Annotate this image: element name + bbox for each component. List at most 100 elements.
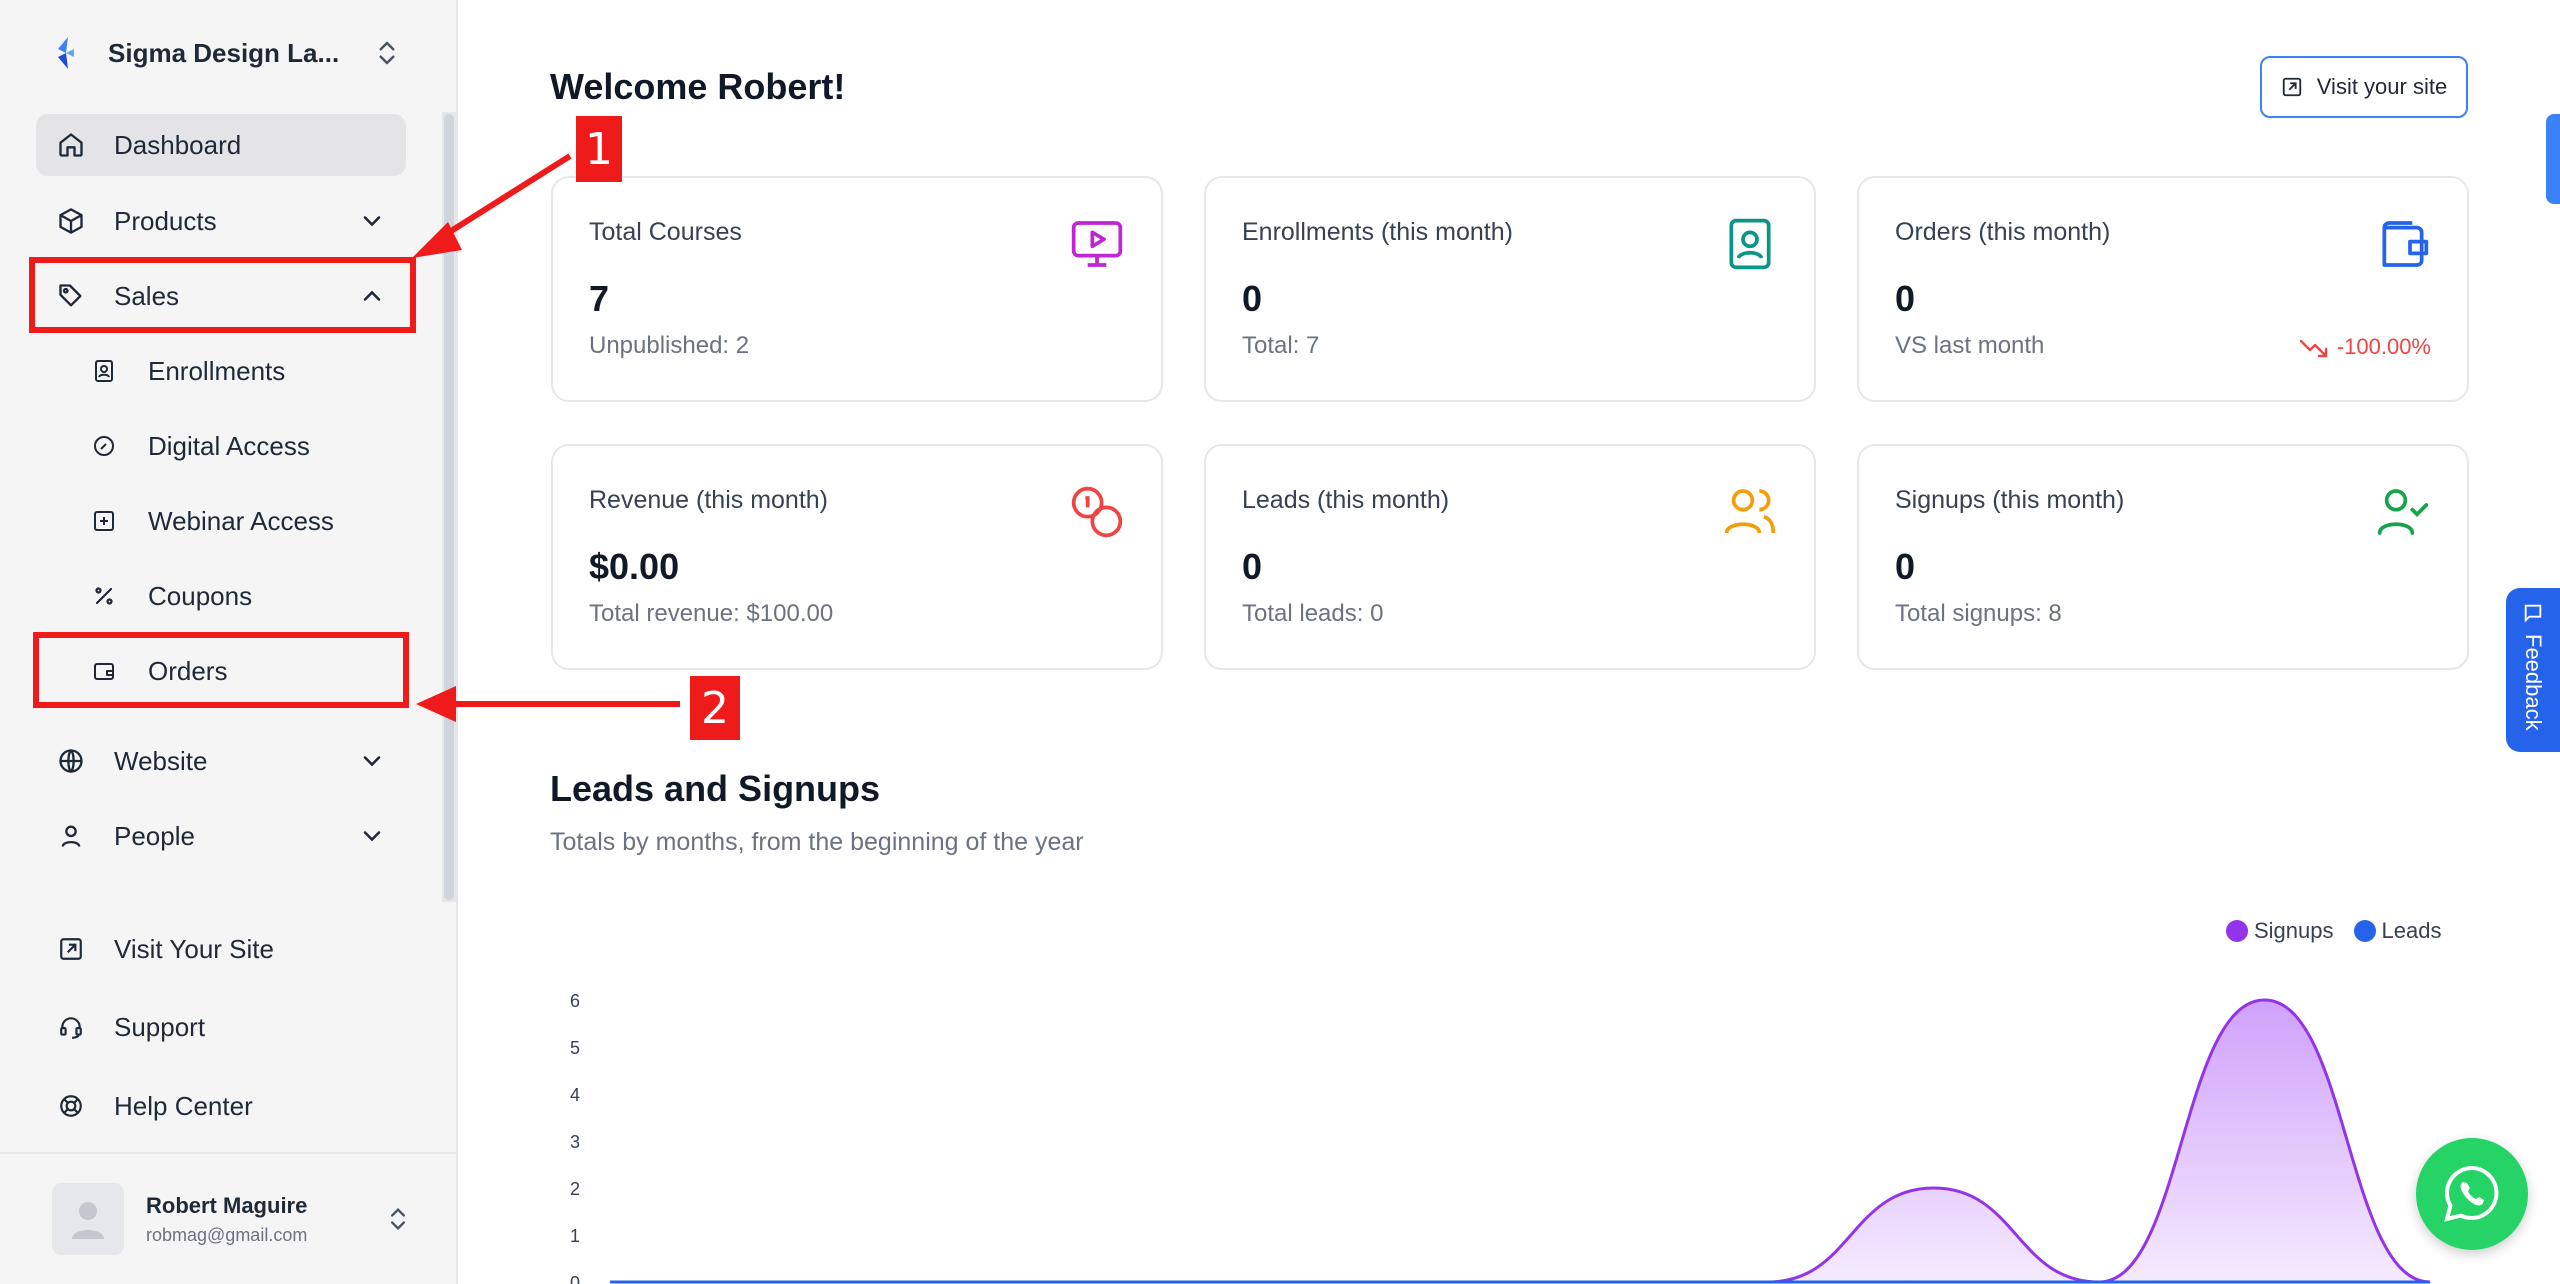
sidebar-item-help-center[interactable]: Help Center: [36, 1075, 406, 1137]
chevron-updown-icon: [391, 1208, 405, 1230]
coins-icon: [1071, 486, 1123, 538]
stat-title: Total Courses: [589, 218, 742, 246]
series-area-signups: [610, 1000, 2430, 1282]
stat-card-revenue: Revenue (this month) $0.00 Total revenue…: [551, 444, 1163, 670]
whatsapp-chat-button[interactable]: [2416, 1138, 2528, 1250]
leads-signups-chart: 0 1 2 3 4 5 6: [570, 991, 2431, 1284]
sidebar-item-label: Products: [114, 205, 217, 236]
lifebuoy-icon: [56, 1091, 86, 1121]
user-email: robmag@gmail.com: [146, 1224, 308, 1245]
contact-book-icon: [1729, 218, 1771, 270]
y-tick-label: 6: [570, 991, 580, 1011]
sidebar-item-label: People: [114, 820, 195, 851]
sidebar-item-dashboard[interactable]: Dashboard: [36, 114, 406, 176]
legend-swatch: [2226, 920, 2248, 942]
sidebar-divider: [0, 1152, 456, 1154]
home-icon: [56, 130, 86, 160]
stat-value: 0: [1242, 278, 1263, 319]
sidebar-item-products[interactable]: Products: [36, 190, 406, 252]
chevron-updown-icon: [379, 41, 395, 65]
sidebar-item-visit-your-site[interactable]: Visit Your Site: [36, 918, 406, 980]
sidebar-item-label: Support: [114, 1011, 206, 1042]
annotation-badge-2: 2: [690, 676, 740, 740]
stat-card-signups: Signups (this month) 0 Total signups: 8: [1857, 444, 2469, 670]
sidebar-subitem-label: Enrollments: [148, 355, 286, 386]
brand-logo-icon: [58, 37, 74, 69]
stat-subtext: Total: 7: [1242, 332, 1320, 359]
workspace-name: Sigma Design La...: [108, 37, 340, 68]
legend-label: Signups: [2254, 918, 2334, 943]
user-name: Robert Maguire: [146, 1192, 308, 1218]
user-check-icon: [2377, 489, 2429, 535]
legend-item-signups[interactable]: Signups: [2226, 918, 2334, 944]
user-icon: [56, 821, 86, 851]
avatar-placeholder-icon: [72, 1202, 104, 1239]
stat-value: $0.00: [589, 546, 680, 587]
chevron-down-icon: [363, 216, 381, 227]
highlight-box-sales: [29, 257, 416, 333]
sidebar-item-people[interactable]: People: [36, 805, 406, 867]
section-subtitle: Totals by months, from the beginning of …: [550, 828, 1084, 856]
legend-label: Leads: [2381, 918, 2442, 943]
feedback-label: Feedback: [2521, 634, 2546, 731]
sidebar-item-support[interactable]: Support: [36, 996, 406, 1058]
stat-subtext: Unpublished: 2: [589, 332, 750, 359]
y-tick-label: 3: [570, 1132, 580, 1152]
sidebar-subitem-coupons[interactable]: Coupons: [72, 565, 406, 627]
percent-icon: [90, 582, 118, 610]
stat-card-leads: Leads (this month) 0 Total leads: 0: [1204, 444, 1816, 670]
sidebar-subitem-label: Digital Access: [148, 430, 310, 461]
stat-subtext: Total signups: 8: [1895, 600, 2062, 627]
stat-title: Enrollments (this month): [1242, 218, 1513, 246]
y-tick-label: 2: [570, 1179, 580, 1199]
chevron-down-icon: [363, 756, 381, 767]
y-tick-label: 4: [570, 1085, 580, 1105]
avatar: [52, 1183, 124, 1255]
box-icon: [56, 206, 86, 236]
sidebar-scrollbar-thumb[interactable]: [444, 114, 454, 900]
stat-title: Leads (this month): [1242, 486, 1450, 514]
user-menu[interactable]: Robert Maguire robmag@gmail.com: [52, 1182, 412, 1256]
stat-value: 7: [589, 278, 610, 319]
visit-site-button[interactable]: Visit your site: [2260, 56, 2468, 118]
chart-legend: Signups Leads: [2226, 918, 2461, 944]
feedback-tab[interactable]: Feedback: [2506, 588, 2560, 752]
stat-value: 0: [1242, 546, 1263, 587]
sidebar-subitem-label: Coupons: [148, 580, 253, 611]
whatsapp-icon: [2444, 1165, 2499, 1222]
wallet-icon: [2382, 221, 2429, 267]
side-panel-tab[interactable]: [2546, 114, 2560, 204]
monitor-play-icon: [1071, 221, 1123, 267]
stat-card-orders: Orders (this month) 0 VS last month -100…: [1857, 176, 2469, 402]
sidebar-subitem-enrollments[interactable]: Enrollments: [72, 340, 406, 402]
sidebar-item-website[interactable]: Website: [36, 730, 406, 792]
stat-subtext: Total revenue: $100.00: [589, 600, 834, 627]
stat-value: 0: [1895, 278, 1916, 319]
stat-subtext: VS last month: [1895, 332, 2045, 359]
legend-item-leads[interactable]: Leads: [2353, 918, 2442, 944]
y-tick-label: 5: [570, 1038, 580, 1058]
y-tick-label: 0: [570, 1273, 580, 1284]
stat-subtext: Total leads: 0: [1242, 600, 1384, 627]
sidebar-subitem-webinar-access[interactable]: Webinar Access: [72, 490, 406, 552]
stat-value: 0: [1895, 546, 1916, 587]
workspace-switcher[interactable]: Sigma Design La...: [52, 30, 402, 76]
chat-bubble-icon: [2524, 604, 2542, 623]
gauge-icon: [90, 432, 118, 460]
trend-value: -100.00%: [2336, 334, 2431, 359]
trending-down-icon: [2299, 339, 2328, 358]
stat-title: Signups (this month): [1895, 486, 2125, 514]
globe-icon: [56, 746, 86, 776]
stat-card-enrollments: Enrollments (this month) 0 Total: 7: [1204, 176, 1816, 402]
trend-indicator: -100.00%: [2299, 334, 2431, 360]
sidebar-subitem-label: Webinar Access: [148, 505, 334, 536]
external-link-icon: [2282, 77, 2301, 97]
headset-icon: [56, 1012, 86, 1042]
section-title: Leads and Signups: [550, 768, 881, 809]
sidebar-item-label: Help Center: [114, 1090, 253, 1121]
visit-site-label: Visit your site: [2316, 74, 2448, 99]
sidebar-subitem-digital-access[interactable]: Digital Access: [72, 415, 406, 477]
external-link-icon: [56, 934, 86, 964]
contact-book-icon: [90, 357, 118, 385]
chevron-down-icon: [363, 831, 381, 842]
